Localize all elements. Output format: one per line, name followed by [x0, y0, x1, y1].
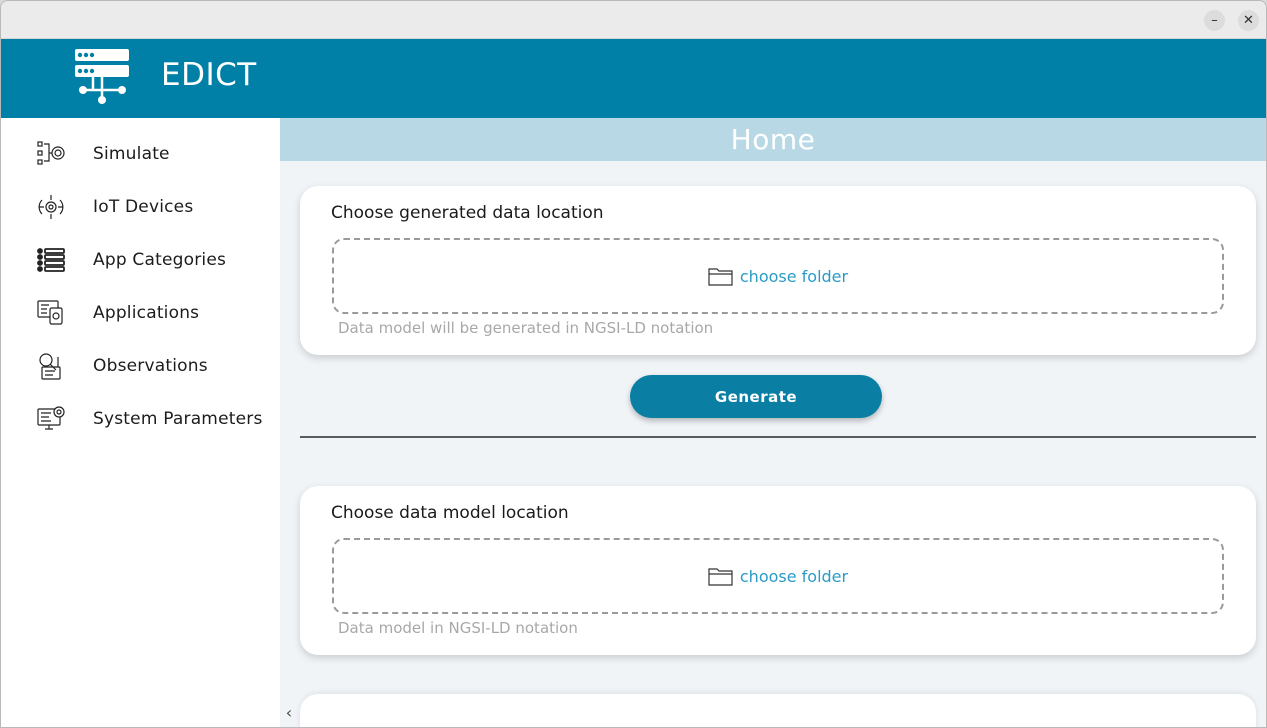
choose-folder-dropzone[interactable]: choose folder	[332, 238, 1224, 314]
card-title: Choose generated data location	[331, 203, 604, 223]
sidebar-item-app-categories[interactable]: App Categories	[1, 233, 280, 286]
sidebar-item-simulate[interactable]: Simulate	[1, 127, 280, 180]
choose-folder-link[interactable]: choose folder	[740, 567, 848, 586]
partial-card	[300, 694, 1256, 727]
section-divider	[300, 436, 1256, 438]
sidebar-item-label: System Parameters	[93, 408, 263, 429]
app-title: EDICT	[161, 57, 257, 93]
generate-button[interactable]: Generate	[630, 375, 882, 418]
simulate-icon	[37, 140, 65, 165]
sidebar-item-label: Observations	[93, 355, 208, 376]
close-button[interactable]: ✕	[1238, 10, 1259, 31]
window-titlebar: – ✕	[1, 1, 1266, 39]
server-network-icon	[75, 49, 129, 104]
sidebar-item-label: Applications	[93, 302, 200, 323]
scroll-left-arrow[interactable]: ‹	[281, 703, 297, 723]
generated-data-location-card: Choose generated data location choose fo…	[300, 186, 1256, 355]
app-header: EDICT	[1, 39, 1266, 118]
system-parameters-icon	[37, 405, 65, 430]
sidebar: Simulate IoT Devices App Categories Appl…	[1, 118, 280, 727]
iot-devices-icon	[38, 194, 64, 219]
app-window: – ✕ EDICT Simulate IoT Devices App Categ…	[0, 0, 1267, 728]
sidebar-item-applications[interactable]: Applications	[1, 286, 280, 339]
sidebar-item-label: IoT Devices	[93, 196, 194, 217]
helper-text: Data model will be generated in NGSI-LD …	[338, 319, 714, 337]
observations-icon	[39, 352, 61, 380]
main-content: Home Choose generated data location choo…	[280, 118, 1266, 727]
sidebar-item-label: App Categories	[93, 249, 227, 270]
page-title: Home	[730, 123, 816, 156]
sidebar-item-iot-devices[interactable]: IoT Devices	[1, 180, 280, 233]
sidebar-item-label: Simulate	[93, 143, 170, 164]
helper-text: Data model in NGSI-LD notation	[338, 619, 578, 637]
folder-icon	[708, 268, 733, 286]
card-title: Choose data model location	[331, 503, 569, 523]
minimize-button[interactable]: –	[1204, 10, 1225, 31]
sidebar-item-system-parameters[interactable]: System Parameters	[1, 392, 280, 445]
list-icon	[37, 247, 65, 272]
sidebar-item-observations[interactable]: Observations	[1, 339, 280, 392]
page-title-bar: Home	[280, 118, 1266, 161]
choose-folder-dropzone[interactable]: choose folder	[332, 538, 1224, 614]
applications-icon	[37, 299, 63, 325]
folder-icon	[708, 568, 733, 586]
data-model-location-card: Choose data model location choose folder…	[300, 486, 1256, 655]
choose-folder-link[interactable]: choose folder	[740, 267, 848, 286]
